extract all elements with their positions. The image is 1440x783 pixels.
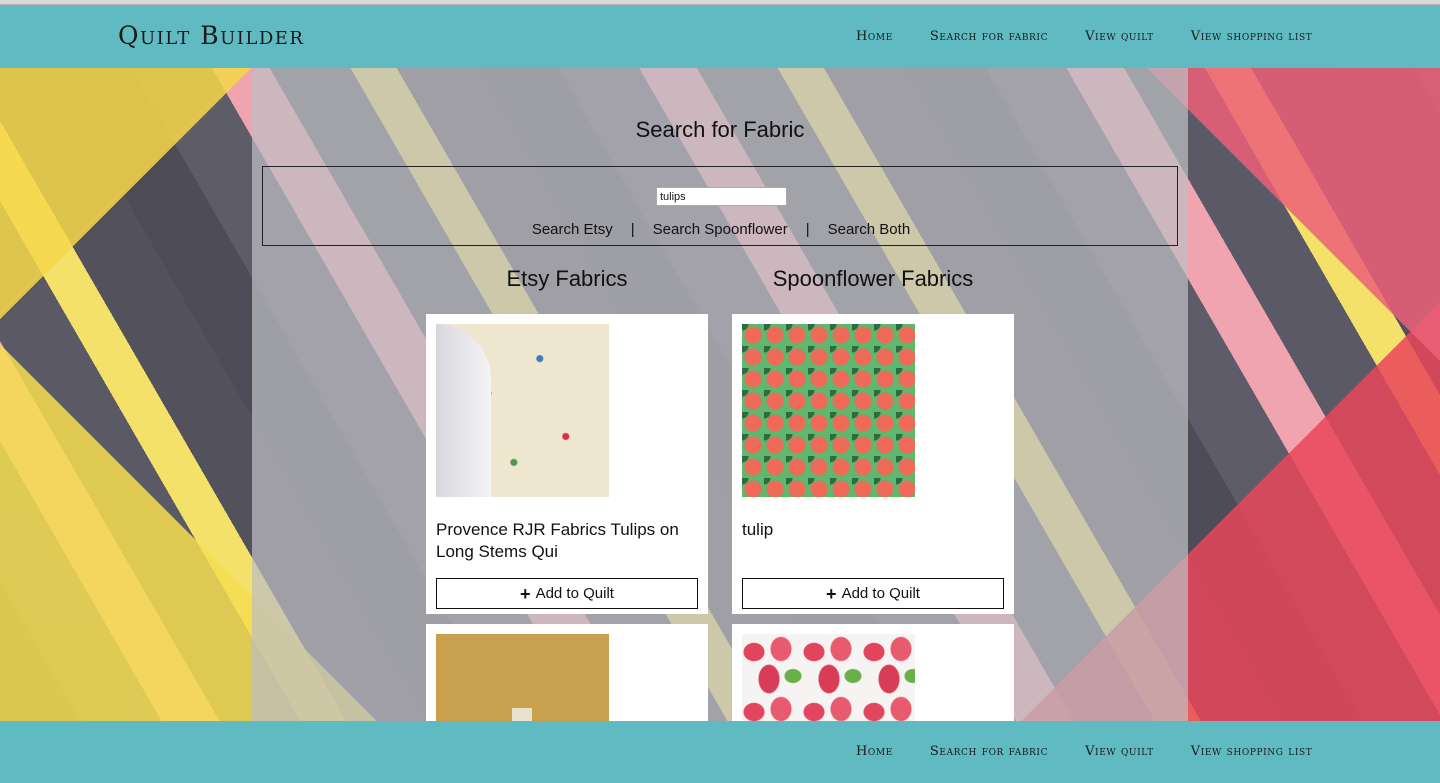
search-input[interactable] (656, 187, 787, 206)
link-separator: | (805, 221, 810, 238)
fabric-name: tulip (742, 520, 774, 539)
spoonflower-fabric-card: tulip + Add to Quilt (732, 314, 1014, 614)
link-separator: | (630, 221, 635, 238)
footer-nav-view-quilt[interactable]: View quilt (1085, 744, 1154, 759)
nav-view-quilt[interactable]: View quilt (1085, 29, 1154, 44)
nav-view-shopping-list[interactable]: View shopping list (1191, 29, 1313, 44)
add-to-quilt-label: Add to Quilt (535, 585, 614, 602)
plus-icon: + (826, 583, 837, 604)
footer-nav-home[interactable]: Home (856, 744, 893, 759)
add-to-quilt-label: Add to Quilt (841, 585, 920, 602)
spoonflower-column-title: Spoonflower Fabrics (772, 266, 974, 291)
search-links: Search Etsy | Search Spoonflower | Search Bo… (263, 221, 1179, 238)
fabric-image[interactable] (436, 324, 609, 497)
plus-icon: + (520, 583, 531, 604)
search-box: Search Etsy | Search Spoonflower | Search Bo… (262, 166, 1178, 246)
etsy-fabric-card (426, 624, 708, 721)
fabric-fold (436, 324, 491, 497)
page-title: Search for Fabric (635, 117, 805, 142)
header-nav: Home Search for fabric View quilt View s… (856, 29, 1349, 44)
search-etsy-link[interactable]: Search Etsy (532, 221, 613, 238)
nav-home[interactable]: Home (856, 29, 893, 44)
nav-search-fabric[interactable]: Search for fabric (930, 29, 1048, 44)
add-to-quilt-button[interactable]: + Add to Quilt (436, 578, 698, 609)
footer-nav-search-fabric[interactable]: Search for fabric (930, 744, 1048, 759)
header-bar: Quilt Builder Home Search for fabric Vie… (0, 5, 1440, 68)
spoonflower-fabric-card (732, 624, 1014, 721)
fabric-image[interactable] (742, 634, 915, 721)
etsy-fabric-card: Provence RJR Fabrics Tulips on Long Stem… (426, 314, 708, 614)
etsy-column-title: Etsy Fabrics (506, 266, 628, 291)
fabric-label-tag (512, 708, 532, 721)
footer-nav: Home Search for fabric View quilt View s… (856, 744, 1349, 759)
fabric-image[interactable] (742, 324, 915, 497)
fabric-name: Provence RJR Fabrics Tulips on Long Stem… (436, 520, 679, 561)
add-to-quilt-button[interactable]: + Add to Quilt (742, 578, 1004, 609)
footer-bar: Home Search for fabric View quilt View s… (0, 721, 1440, 783)
search-both-link[interactable]: Search Both (828, 221, 911, 238)
brand-logo[interactable]: Quilt Builder (118, 21, 304, 50)
search-spoonflower-link[interactable]: Search Spoonflower (653, 221, 788, 238)
footer-nav-view-shopping-list[interactable]: View shopping list (1191, 744, 1313, 759)
fabric-image[interactable] (436, 634, 609, 721)
